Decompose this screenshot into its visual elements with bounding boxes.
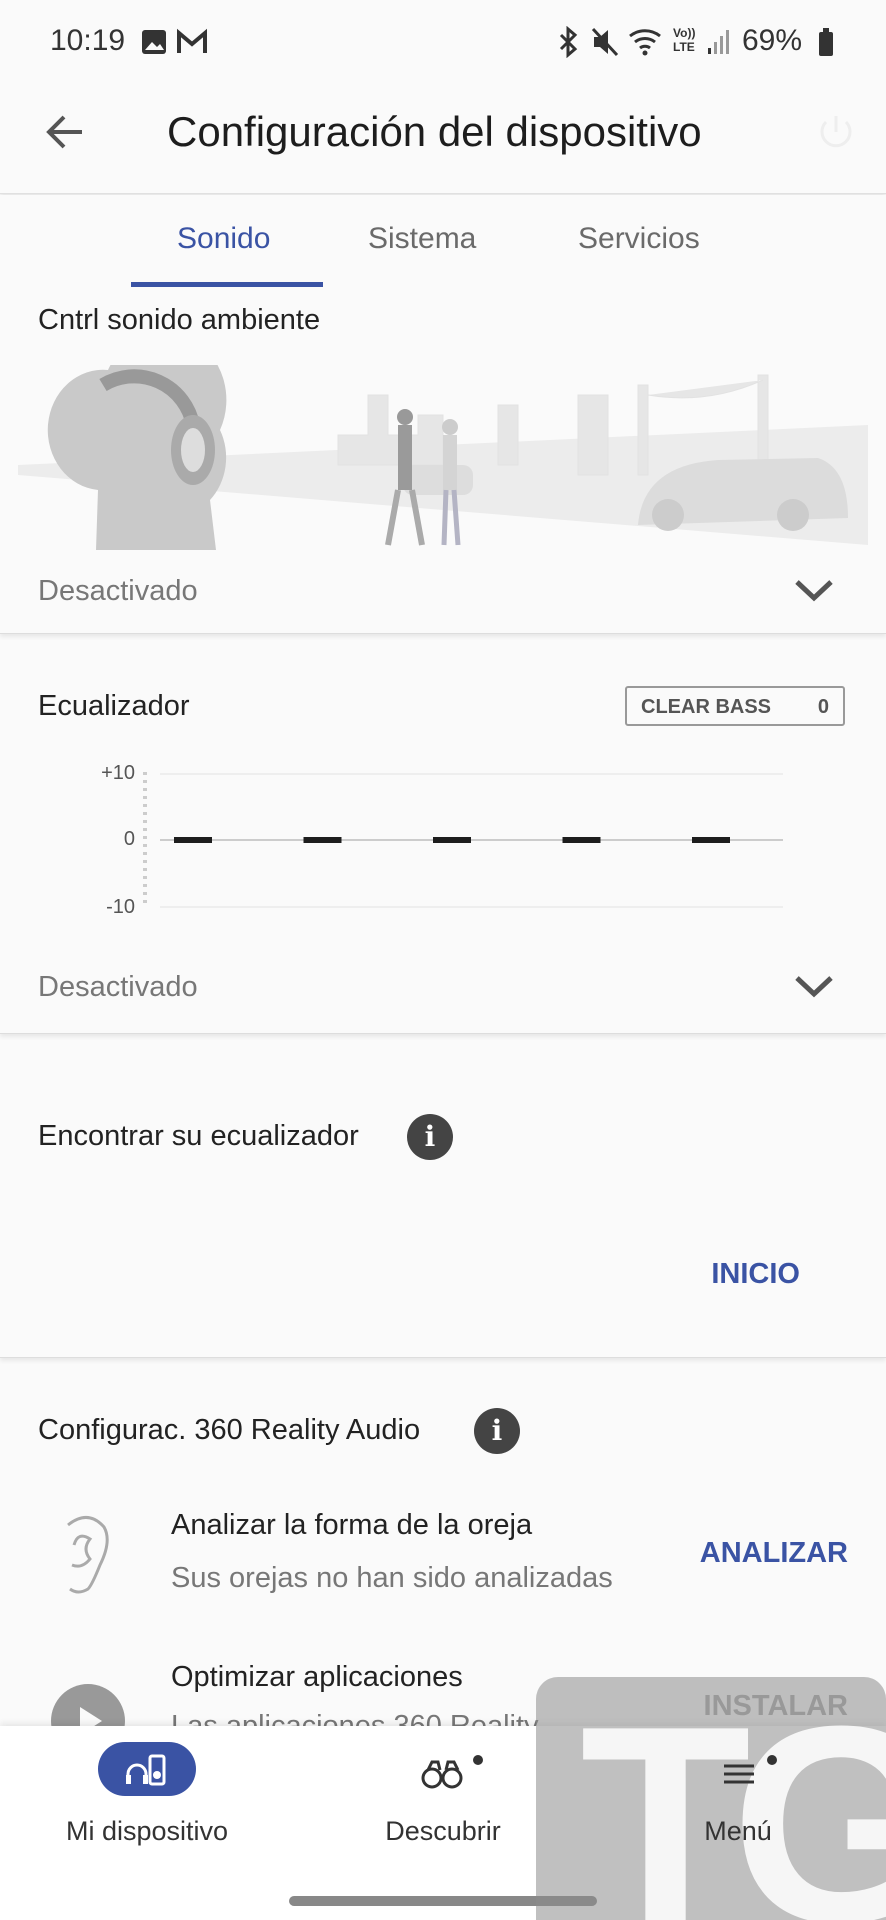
power-icon[interactable] <box>814 110 858 154</box>
headphone-speaker-icon <box>126 1754 166 1786</box>
nav-my-device[interactable] <box>98 1742 196 1796</box>
menu-icon[interactable] <box>722 1752 782 1792</box>
mute-icon <box>591 27 619 57</box>
instalar-button[interactable]: INSTALAR <box>704 1690 848 1723</box>
info-icon[interactable]: i <box>474 1408 520 1454</box>
eq-band-2[interactable] <box>303 837 342 843</box>
signal-icon <box>708 30 729 54</box>
image-icon <box>142 30 166 54</box>
equalizer-chart[interactable] <box>0 760 886 920</box>
battery-percent: 69% <box>742 24 803 57</box>
wifi-icon <box>629 29 661 56</box>
info-icon[interactable]: i <box>407 1114 453 1160</box>
nav-discover-label[interactable]: Descubrir <box>343 1816 543 1847</box>
status-bar: 10:19 Vo)) LTE 69% <box>0 0 886 84</box>
eq-band-5[interactable] <box>692 837 730 843</box>
back-button[interactable] <box>44 112 86 152</box>
tab-sonido[interactable]: Sonido <box>177 222 270 256</box>
equalizer-title: Ecualizador <box>38 690 190 722</box>
clock: 10:19 <box>50 24 126 57</box>
tab-servicios[interactable]: Servicios <box>578 222 700 256</box>
page-title: Configuración del dispositivo <box>167 108 702 155</box>
eq-band-1[interactable] <box>174 837 212 843</box>
equalizer-status[interactable]: Desactivado <box>38 971 198 1004</box>
optimize-apps-title: Optimizar aplicaciones <box>171 1661 463 1693</box>
binoculars-icon[interactable] <box>420 1752 486 1792</box>
bluetooth-icon <box>559 26 578 58</box>
analyze-ear-subtitle: Sus orejas no han sido analizadas <box>171 1562 613 1594</box>
eq-band-4[interactable] <box>562 837 601 843</box>
ear-icon <box>67 1516 109 1594</box>
battery-icon <box>819 28 833 56</box>
tab-indicator <box>131 282 323 287</box>
nav-my-device-label[interactable]: Mi dispositivo <box>47 1816 247 1847</box>
ambient-illustration <box>18 365 868 550</box>
ambient-status[interactable]: Desactivado <box>38 575 198 608</box>
find-eq-title: Encontrar su ecualizador <box>38 1120 359 1152</box>
nav-menu-label[interactable]: Menú <box>638 1816 838 1847</box>
volte-icon: Vo)) LTE <box>673 26 696 54</box>
find-eq-card <box>0 1050 886 1358</box>
clear-bass-value: 0 <box>817 696 829 718</box>
analizar-button[interactable]: ANALIZAR <box>700 1537 848 1570</box>
analyze-ear-title: Analizar la forma de la oreja <box>171 1509 533 1541</box>
ambient-title: Cntrl sonido ambiente <box>38 304 321 336</box>
gmail-icon <box>177 28 207 53</box>
inicio-button[interactable]: INICIO <box>711 1258 800 1291</box>
reality360-title: Configurac. 360 Reality Audio <box>38 1414 421 1446</box>
clear-bass-button[interactable]: CLEAR BASS 0 <box>625 686 845 726</box>
eq-band-3[interactable] <box>433 837 471 843</box>
clear-bass-label: CLEAR BASS <box>641 696 772 718</box>
chevron-down-icon[interactable] <box>794 578 834 602</box>
chevron-down-icon[interactable] <box>794 974 834 998</box>
tab-sistema[interactable]: Sistema <box>368 222 476 256</box>
